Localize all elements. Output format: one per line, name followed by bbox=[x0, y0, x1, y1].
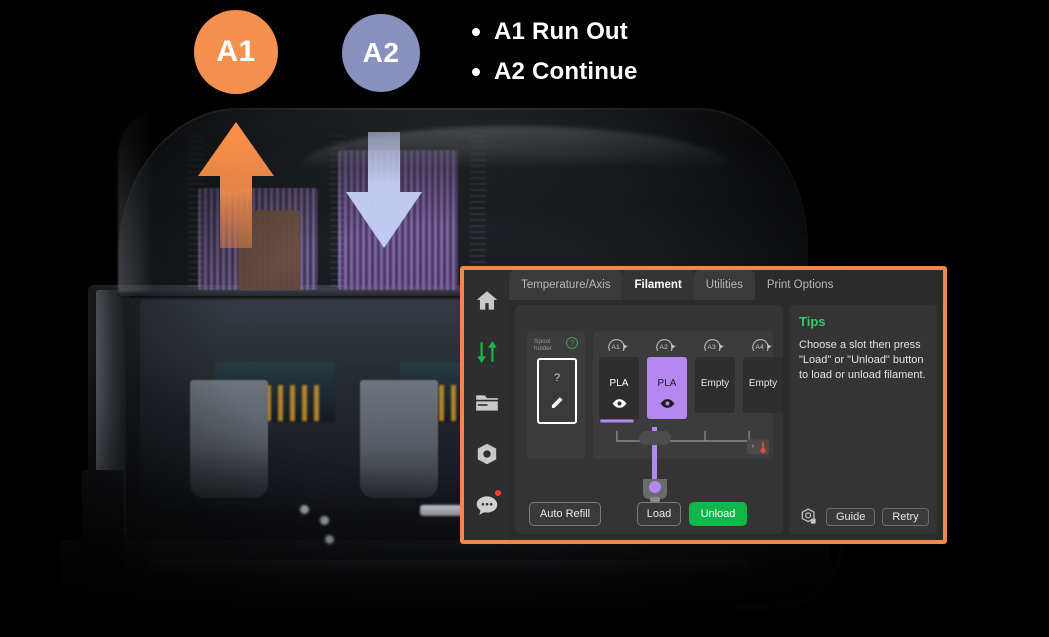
retry-button[interactable]: Retry bbox=[882, 508, 929, 526]
eye-icon-light[interactable] bbox=[612, 395, 627, 413]
tab-temperature-axis[interactable]: Temperature/Axis bbox=[509, 270, 623, 300]
help-label: ? bbox=[569, 338, 575, 348]
ams-diagram: Spool holder ? ? A1 PLA A2 PLA A3 Empty … bbox=[527, 331, 783, 528]
auto-refill-button[interactable]: Auto Refill bbox=[529, 502, 601, 526]
auto-refill-label: Auto Refill bbox=[539, 508, 591, 520]
slot-a3[interactable]: Empty bbox=[695, 357, 735, 413]
tab-label: Print Options bbox=[766, 279, 834, 291]
slot-tag-a3: A3 bbox=[695, 338, 735, 357]
bullet-label-2: A2 Continue bbox=[494, 58, 638, 85]
guide-button[interactable]: Guide bbox=[826, 508, 876, 526]
sliders-icon bbox=[476, 341, 497, 363]
spool-holder-slot[interactable]: ? bbox=[537, 358, 577, 424]
tab-label: Temperature/Axis bbox=[521, 279, 611, 291]
slot-a1-material: PLA bbox=[609, 378, 629, 389]
eye-icon-dark[interactable] bbox=[660, 395, 675, 413]
folder-icon bbox=[475, 395, 498, 411]
home-icon bbox=[476, 291, 497, 310]
chat-icon bbox=[476, 496, 497, 515]
spool-holder-value: ? bbox=[553, 371, 561, 384]
tab-label: Filament bbox=[634, 279, 682, 291]
printer-ui-panel: Temperature/Axis Filament Utilities Prin… bbox=[460, 266, 947, 544]
tips-pane: Tips Choose a slot then press "Load" or … bbox=[789, 305, 937, 534]
tips-footer: Guide Retry bbox=[799, 506, 929, 528]
svg-text:A2: A2 bbox=[659, 344, 668, 351]
retry-label: Retry bbox=[892, 511, 919, 523]
slot-tag-a2: A2 bbox=[647, 338, 687, 357]
tabbar: Temperature/Axis Filament Utilities Prin… bbox=[509, 270, 943, 300]
tips-title: Tips bbox=[799, 314, 826, 329]
sidebar-item-control[interactable] bbox=[474, 339, 500, 365]
spool-holder-label: Spool holder bbox=[534, 338, 553, 353]
badge-a2: A2 bbox=[342, 14, 420, 92]
filament-diagram-pane: Spool holder ? ? A1 PLA A2 PLA A3 Empty … bbox=[515, 305, 783, 534]
svg-text:A3: A3 bbox=[707, 344, 716, 351]
bullet-dot-icon bbox=[472, 28, 480, 36]
load-label: Load bbox=[646, 508, 672, 520]
help-icon[interactable]: ? bbox=[566, 337, 578, 349]
slot-a2-feed-icon: A2 bbox=[656, 339, 676, 351]
sidebar-item-messages[interactable] bbox=[474, 490, 501, 518]
tab-filament[interactable]: Filament bbox=[622, 270, 694, 300]
badge-a2-label: A2 bbox=[362, 37, 400, 68]
list-item: A1 Run Out bbox=[472, 12, 892, 52]
tab-label: Utilities bbox=[705, 279, 743, 291]
humidity-thermometer-icon bbox=[747, 439, 769, 455]
guide-label: Guide bbox=[836, 511, 866, 523]
tab-print-options[interactable]: Print Options bbox=[754, 270, 846, 300]
unload-label: Unload bbox=[700, 508, 736, 520]
slot-a2[interactable]: PLA bbox=[647, 357, 687, 419]
magnifier-nozzle-icon[interactable] bbox=[799, 507, 819, 527]
list-item: A2 Continue bbox=[472, 52, 892, 92]
slot-a4[interactable]: Empty bbox=[743, 357, 783, 413]
screenshot-root: A1 A2 A1 Run Out A2 Continue Temperature… bbox=[0, 0, 1049, 637]
sidebar-item-home[interactable] bbox=[474, 288, 500, 314]
slot-a3-feed-icon: A3 bbox=[704, 339, 724, 351]
slot-a1[interactable]: PLA bbox=[599, 357, 639, 419]
slot-tag-a1: A1 bbox=[599, 338, 639, 357]
badge-a1-label: A1 bbox=[216, 35, 256, 68]
panel-content: Temperature/Axis Filament Utilities Prin… bbox=[509, 270, 943, 540]
bullet-label-1: A1 Run Out bbox=[494, 18, 628, 45]
svg-text:A4: A4 bbox=[755, 344, 764, 351]
unload-button[interactable]: Unload bbox=[689, 502, 747, 526]
ams-slots-group: A1 PLA A2 PLA A3 Empty A4 Empty bbox=[593, 331, 783, 459]
slot-a4-feed-icon: A4 bbox=[752, 339, 772, 351]
action-button-row: Auto Refill Load Unload bbox=[527, 502, 767, 526]
sidebar bbox=[464, 270, 509, 540]
slot-a1-feed-icon: A1 bbox=[608, 339, 628, 351]
spool-holder-group: Spool holder ? ? bbox=[527, 331, 585, 459]
slot-tag-a4: A4 bbox=[743, 338, 783, 357]
tips-text: Choose a slot then press "Load" or "Unlo… bbox=[799, 339, 926, 381]
tab-utilities[interactable]: Utilities bbox=[693, 270, 755, 300]
badge-a1: A1 bbox=[194, 10, 278, 94]
slot-a4-material: Empty bbox=[748, 378, 778, 389]
load-button[interactable]: Load bbox=[637, 502, 681, 526]
pencil-icon bbox=[551, 397, 562, 409]
notification-badge bbox=[494, 490, 501, 496]
nozzle-icon bbox=[477, 443, 496, 465]
arrow-down-a2 bbox=[342, 130, 426, 250]
sidebar-item-nozzle[interactable] bbox=[474, 441, 500, 467]
panel-body: Spool holder ? ? A1 PLA A2 PLA A3 Empty … bbox=[509, 300, 943, 540]
svg-text:A1: A1 bbox=[611, 344, 620, 351]
slot-a3-material: Empty bbox=[700, 378, 730, 389]
extruder-graphic bbox=[635, 427, 675, 505]
bullet-dot-icon bbox=[472, 68, 480, 76]
callout-bullet-list: A1 Run Out A2 Continue bbox=[472, 12, 892, 92]
arrow-up-a1 bbox=[196, 120, 276, 248]
sidebar-item-files[interactable] bbox=[474, 390, 500, 416]
slot-a2-material: PLA bbox=[657, 378, 677, 389]
